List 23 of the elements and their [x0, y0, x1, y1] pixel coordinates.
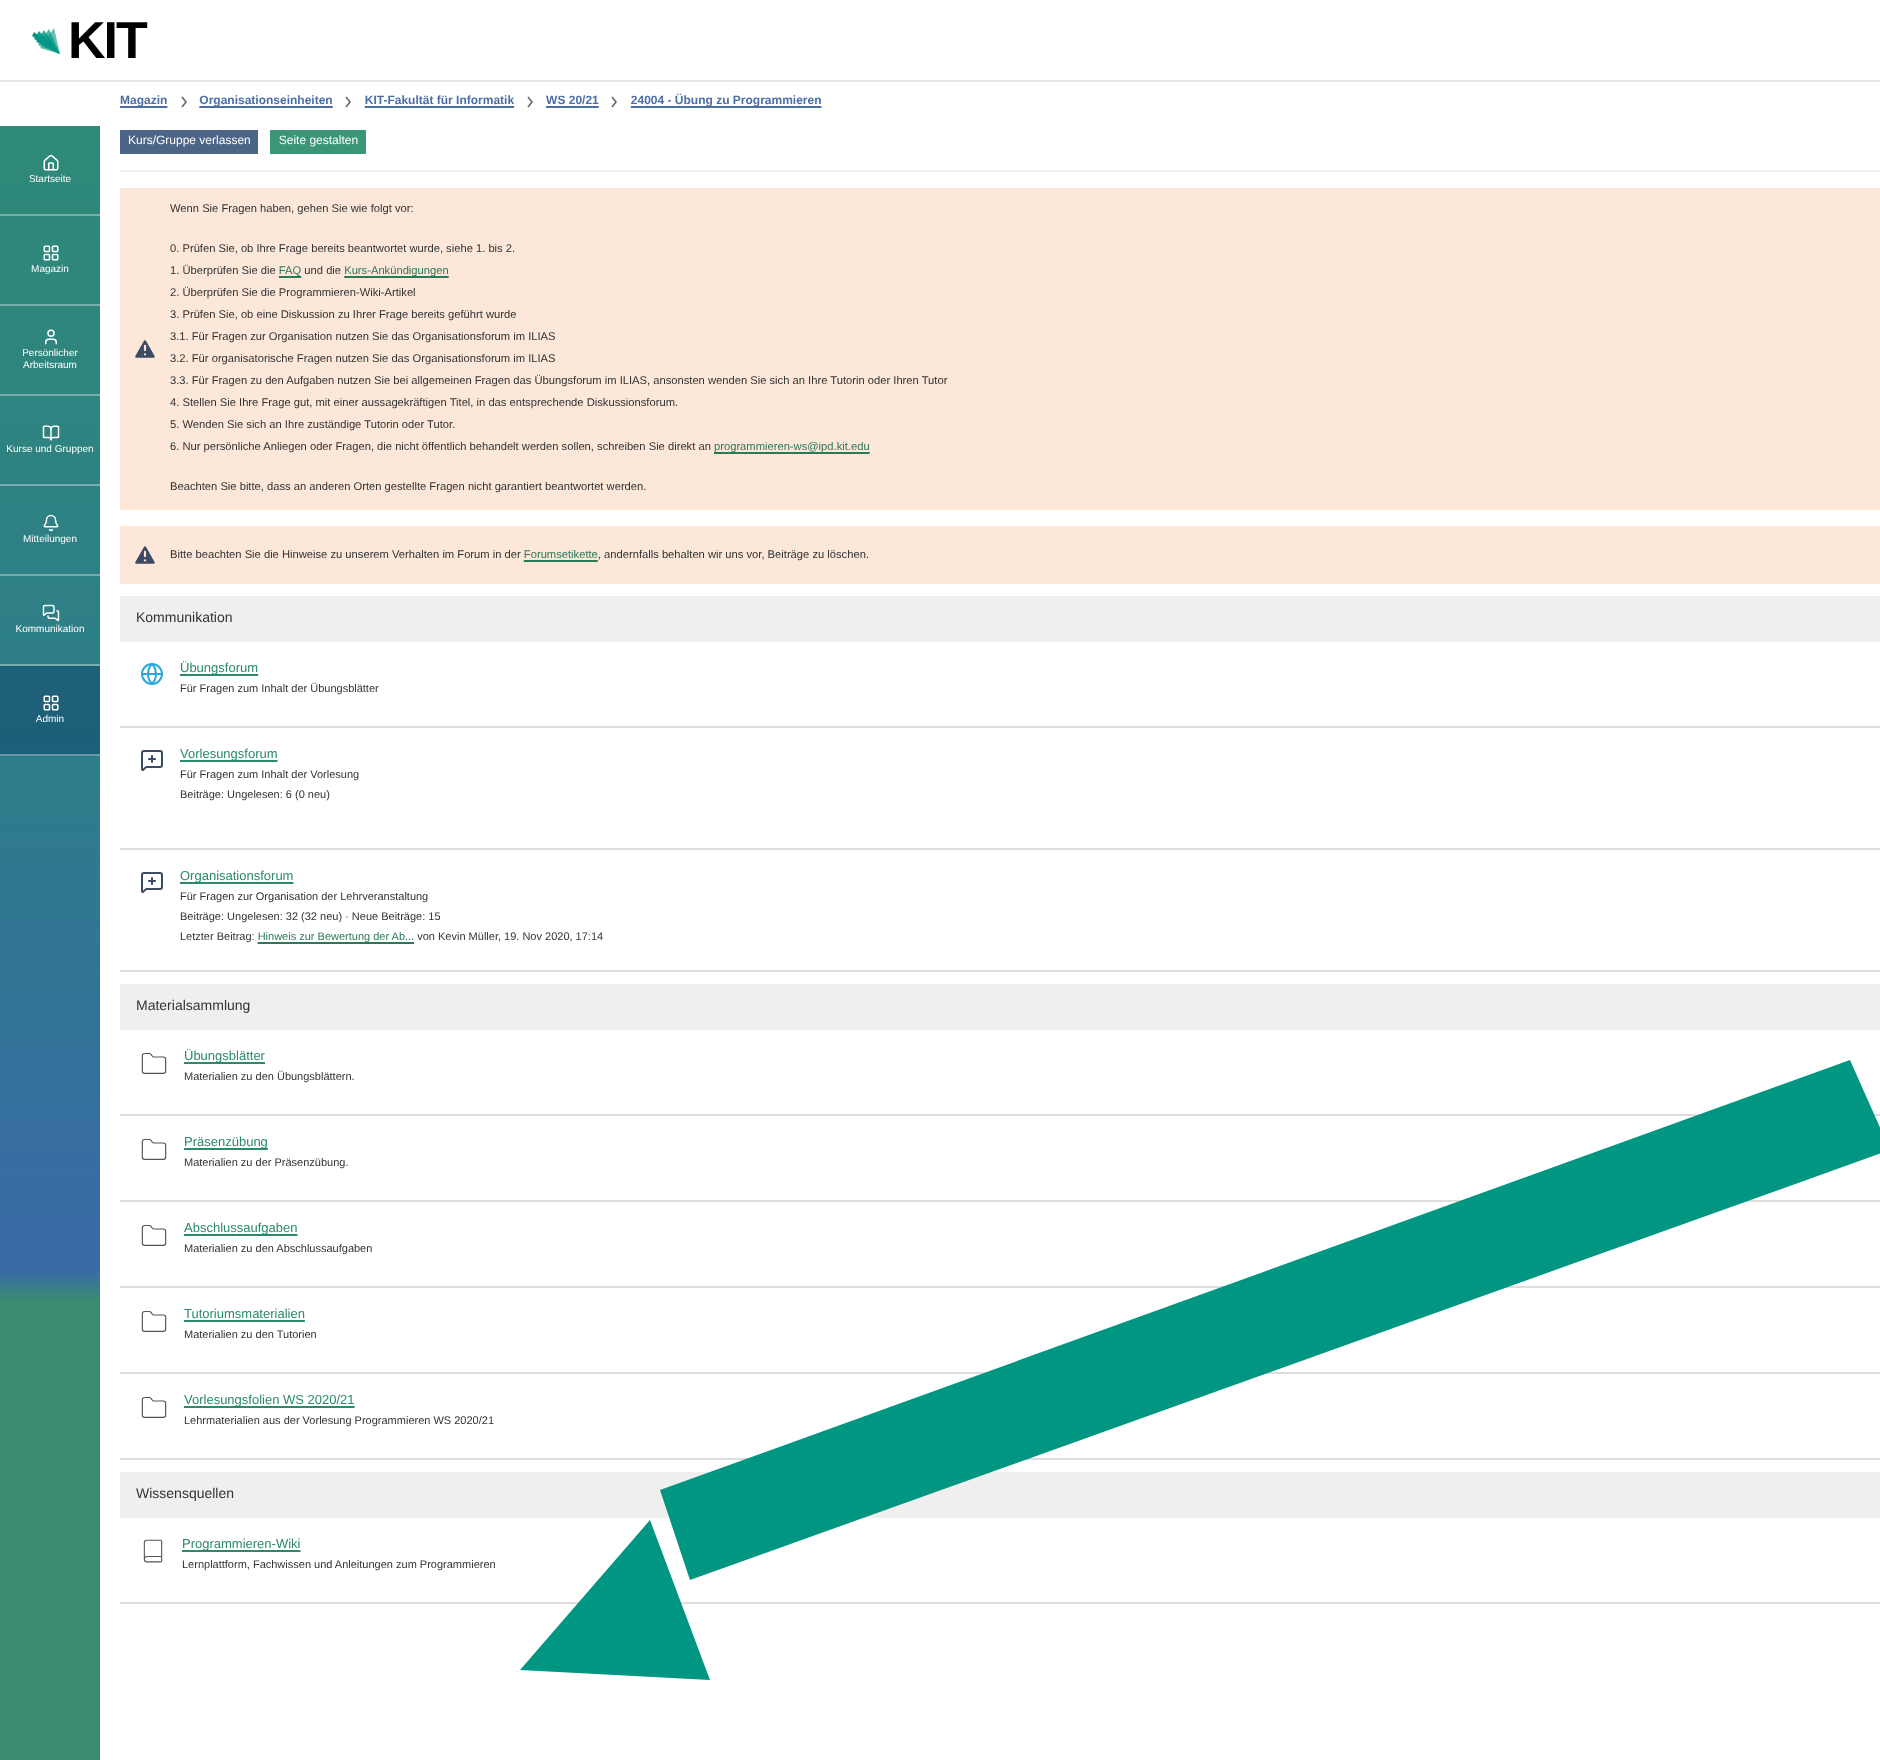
warning-icon — [132, 542, 158, 568]
chevron-icon — [610, 96, 619, 108]
chevron-icon — [526, 96, 535, 108]
kit-logo[interactable]: KIT — [28, 9, 146, 71]
warning-icon — [132, 336, 158, 362]
folder-icon — [140, 1222, 168, 1250]
folder-icon — [140, 1050, 168, 1078]
chevron-icon — [344, 96, 353, 108]
folder-icon — [140, 1136, 168, 1164]
book-icon — [140, 1538, 166, 1564]
folder-icon — [140, 1308, 168, 1336]
chat-icon — [41, 603, 59, 622]
forum-icon — [140, 748, 164, 772]
globe-icon — [140, 662, 164, 686]
user-icon — [41, 328, 59, 346]
grid-icon — [41, 243, 59, 262]
book-icon — [41, 423, 59, 442]
bell-icon — [41, 513, 59, 532]
forum-icon — [140, 870, 164, 894]
home-icon — [41, 153, 59, 172]
chevron-icon — [179, 96, 188, 108]
folder-icon — [140, 1394, 168, 1422]
grid-icon — [41, 693, 59, 712]
